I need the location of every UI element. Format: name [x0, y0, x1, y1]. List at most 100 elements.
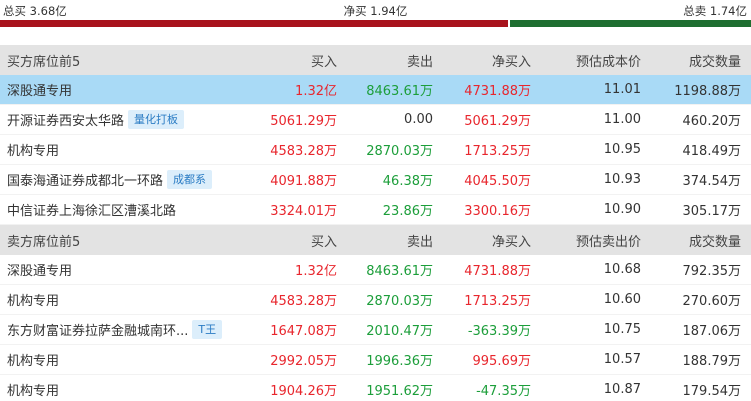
sell-amount: 2010.47万	[366, 324, 433, 339]
net-amount: -47.35万	[476, 384, 531, 399]
buy-amount: 3324.01万	[270, 204, 337, 219]
seat-name-cell: 开源证券西安太华路 量化打板	[0, 110, 250, 129]
trade-volume: 188.79万	[682, 354, 742, 369]
sell-amount: 2870.03万	[366, 144, 433, 159]
net-amount: 1713.25万	[464, 144, 531, 159]
sell-section-seat-column-header[interactable]: 卖方席位前5	[0, 231, 250, 250]
buy-amount: 4091.88万	[270, 174, 337, 189]
buy-section-seat-column-header[interactable]: 买方席位前5	[0, 51, 250, 70]
buy-section-header-row: 买方席位前5 买入 卖出 净买入 预估成本价 成交数量	[0, 45, 751, 75]
seat-name-cell: 中信证券上海徐汇区漕溪北路	[0, 200, 250, 219]
sell-amount: 23.86万	[382, 204, 433, 219]
sell-amount: 1996.36万	[366, 354, 433, 369]
est-price: 10.93	[603, 172, 641, 187]
sell-section-seat-row[interactable]: 机构专用 1904.26万 1951.62万 -47.35万 10.87 179.54万	[0, 375, 751, 401]
summary-bar: 总买 3.68亿 净买 1.94亿 总卖 1.74亿	[0, 0, 751, 29]
est-price: 11.00	[603, 112, 641, 127]
seat-name[interactable]: 中信证券上海徐汇区漕溪北路	[7, 200, 176, 219]
sell-ratio-segment	[509, 20, 751, 27]
sell-section-volume-column-header[interactable]: 成交数量	[641, 231, 747, 250]
seat-name[interactable]: 国泰海通证券成都北一环路	[7, 170, 163, 189]
net-amount: 995.69万	[472, 354, 532, 369]
sell-section-seat-row[interactable]: 机构专用 4583.28万 2870.03万 1713.25万 10.60 270.60万	[0, 285, 751, 315]
seat-name[interactable]: 机构专用	[7, 140, 59, 159]
seat-name[interactable]: 深股通专用	[7, 260, 72, 279]
seat-name-cell: 机构专用	[0, 140, 250, 159]
buy-seats-table: 买方席位前5 买入 卖出 净买入 预估成本价 成交数量 深股通专用 1.32亿 8463.61万…	[0, 45, 751, 225]
buy-amount: 4583.28万	[270, 144, 337, 159]
buy-amount: 1904.26万	[270, 384, 337, 399]
sell-amount: 1951.62万	[366, 384, 433, 399]
buy-section-net-column-header[interactable]: 净买入	[433, 51, 531, 70]
trade-volume: 418.49万	[682, 144, 742, 159]
est-price: 10.57	[603, 352, 641, 367]
buy-amount: 5061.29万	[270, 114, 337, 129]
buy-section-buy-column-header[interactable]: 买入	[250, 51, 337, 70]
est-price: 10.68	[603, 262, 641, 277]
sell-section-price-column-header[interactable]: 预估卖出价	[531, 231, 641, 250]
trade-volume: 179.54万	[682, 384, 742, 399]
seat-tag-badge[interactable]: T王	[192, 320, 223, 339]
est-price: 10.75	[603, 322, 641, 337]
seat-name[interactable]: 机构专用	[7, 350, 59, 369]
seat-name-cell: 机构专用	[0, 380, 250, 399]
sell-section-net-column-header[interactable]: 净买入	[433, 231, 531, 250]
seat-tag-badge[interactable]: 成都系	[167, 170, 213, 189]
sell-amount: 0.00	[404, 112, 433, 127]
buy-section-sell-column-header[interactable]: 卖出	[337, 51, 433, 70]
net-amount: 3300.16万	[464, 204, 531, 219]
trade-volume: 374.54万	[682, 174, 742, 189]
net-amount: 4731.88万	[464, 84, 531, 99]
buy-amount: 4583.28万	[270, 294, 337, 309]
seat-name-cell: 深股通专用	[0, 260, 250, 279]
seat-name[interactable]: 开源证券西安太华路	[7, 110, 124, 129]
buy-section-seat-row[interactable]: 机构专用 4583.28万 2870.03万 1713.25万 10.95 418.49万	[0, 135, 751, 165]
buy-amount: 1647.08万	[270, 324, 337, 339]
seat-name[interactable]: 东方财富证券拉萨金融城南环...	[7, 320, 188, 339]
buy-section-seat-row[interactable]: 深股通专用 1.32亿 8463.61万 4731.88万 11.01 1198.88万	[0, 75, 751, 105]
net-amount: 4045.50万	[464, 174, 531, 189]
sell-amount: 2870.03万	[366, 294, 433, 309]
buy-amount: 1.32亿	[295, 84, 337, 99]
est-price: 10.90	[603, 202, 641, 217]
net-amount: 5061.29万	[464, 114, 531, 129]
sell-section-sell-column-header[interactable]: 卖出	[337, 231, 433, 250]
trade-volume: 792.35万	[682, 264, 742, 279]
est-price: 10.87	[603, 382, 641, 397]
buy-section-price-column-header[interactable]: 预估成本价	[531, 51, 641, 70]
est-price: 10.95	[603, 142, 641, 157]
trade-volume: 187.06万	[682, 324, 742, 339]
seat-name-cell: 机构专用	[0, 350, 250, 369]
net-amount: -363.39万	[467, 324, 531, 339]
sell-section-seat-row[interactable]: 东方财富证券拉萨金融城南环... T王 1647.08万 2010.47万 -363.3…	[0, 315, 751, 345]
sell-section-seat-row[interactable]: 深股通专用 1.32亿 8463.61万 4731.88万 10.68 792.35万	[0, 255, 751, 285]
net-buy-label: 净买 1.94亿	[343, 4, 408, 18]
buy-section-seat-row[interactable]: 国泰海通证券成都北一环路 成都系 4091.88万 46.38万 4045.50万 10.…	[0, 165, 751, 195]
seat-name[interactable]: 机构专用	[7, 290, 59, 309]
sell-section-buy-column-header[interactable]: 买入	[250, 231, 337, 250]
est-price: 11.01	[603, 82, 641, 97]
buy-section-seat-row[interactable]: 开源证券西安太华路 量化打板 5061.29万 0.00 5061.29万 11.00 46…	[0, 105, 751, 135]
net-amount: 1713.25万	[464, 294, 531, 309]
buy-ratio-segment	[0, 20, 508, 27]
seat-name-cell: 东方财富证券拉萨金融城南环... T王	[0, 320, 250, 339]
buy-section-volume-column-header[interactable]: 成交数量	[641, 51, 747, 70]
buy-amount: 1.32亿	[295, 264, 337, 279]
seat-name-cell: 深股通专用	[0, 80, 250, 99]
seat-name[interactable]: 机构专用	[7, 380, 59, 399]
total-sell-label: 总卖 1.74亿	[683, 4, 747, 18]
seat-name[interactable]: 深股通专用	[7, 80, 72, 99]
trade-volume: 460.20万	[682, 114, 742, 129]
buy-amount: 2992.05万	[270, 354, 337, 369]
sell-section-seat-row[interactable]: 机构专用 2992.05万 1996.36万 995.69万 10.57 188.79万	[0, 345, 751, 375]
buy-sell-ratio-bar	[0, 20, 751, 27]
seat-name-cell: 机构专用	[0, 290, 250, 309]
net-amount: 4731.88万	[464, 264, 531, 279]
sell-amount: 46.38万	[382, 174, 433, 189]
seat-tag-badge[interactable]: 量化打板	[128, 110, 185, 129]
trade-volume: 305.17万	[682, 204, 742, 219]
sell-amount: 8463.61万	[366, 264, 433, 279]
buy-section-seat-row[interactable]: 中信证券上海徐汇区漕溪北路 3324.01万 23.86万 3300.16万 10.90…	[0, 195, 751, 225]
est-price: 10.60	[603, 292, 641, 307]
